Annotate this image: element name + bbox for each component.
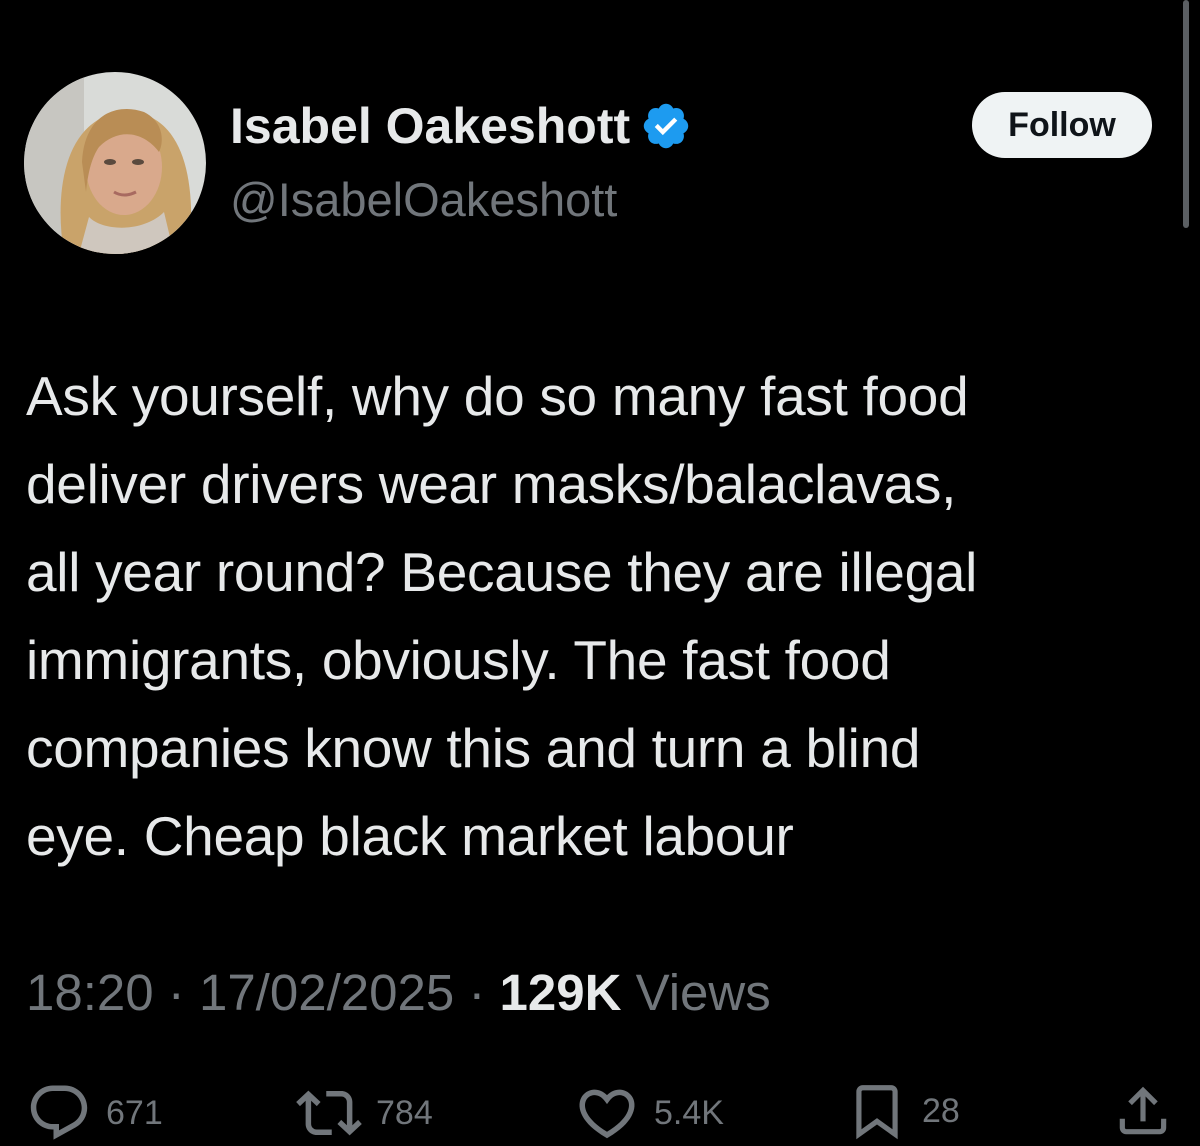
tweet-time[interactable]: 18:20 xyxy=(26,964,154,1021)
tweet-meta: 18:20 · 17/02/2025 · 129K Views xyxy=(26,958,771,1028)
author-handle[interactable]: @IsabelOakeshott xyxy=(230,170,617,230)
tweet-line: companies know this and turn a blind xyxy=(26,717,921,779)
tweet-line: immigrants, obviously. The fast food xyxy=(26,629,891,691)
reply-button[interactable]: 671 xyxy=(26,1080,163,1146)
repost-count: 784 xyxy=(376,1093,433,1132)
follow-button[interactable]: Follow xyxy=(972,92,1152,158)
views-label: Views xyxy=(635,964,771,1021)
scrollbar[interactable] xyxy=(1183,0,1189,228)
views-count: 129K xyxy=(499,964,622,1021)
author-display-name[interactable]: Isabel Oakeshott xyxy=(230,94,630,158)
share-button[interactable] xyxy=(1112,1080,1174,1142)
tweet-text: Ask yourself, why do so many fast food d… xyxy=(26,352,1176,880)
tweet-line: eye. Cheap black market labour xyxy=(26,805,794,867)
tweet-line: deliver drivers wear masks/balaclavas, xyxy=(26,453,957,515)
reply-icon xyxy=(30,1085,88,1140)
bookmark-count: 28 xyxy=(922,1091,960,1130)
heart-icon xyxy=(579,1089,635,1139)
tweet-line: all year round? Because they are illegal xyxy=(26,541,978,603)
tweet-line: Ask yourself, why do so many fast food xyxy=(26,365,969,427)
like-button[interactable]: 5.4K xyxy=(574,1080,724,1146)
author-name-row[interactable]: Isabel Oakeshott xyxy=(230,94,692,158)
meta-separator: · xyxy=(167,964,185,1021)
reply-count: 671 xyxy=(106,1093,163,1132)
repost-icon xyxy=(296,1090,362,1136)
avatar[interactable] xyxy=(24,72,206,254)
action-bar: 671 784 5.4K 28 xyxy=(0,1080,1200,1140)
bookmark-icon xyxy=(856,1085,898,1140)
bookmark-button[interactable]: 28 xyxy=(846,1080,960,1142)
like-count: 5.4K xyxy=(654,1093,724,1132)
tweet-date[interactable]: 17/02/2025 xyxy=(199,964,454,1021)
share-icon xyxy=(1119,1086,1167,1135)
repost-button[interactable]: 784 xyxy=(296,1080,433,1146)
meta-separator: · xyxy=(468,964,486,1021)
verified-badge-icon[interactable] xyxy=(640,100,692,152)
